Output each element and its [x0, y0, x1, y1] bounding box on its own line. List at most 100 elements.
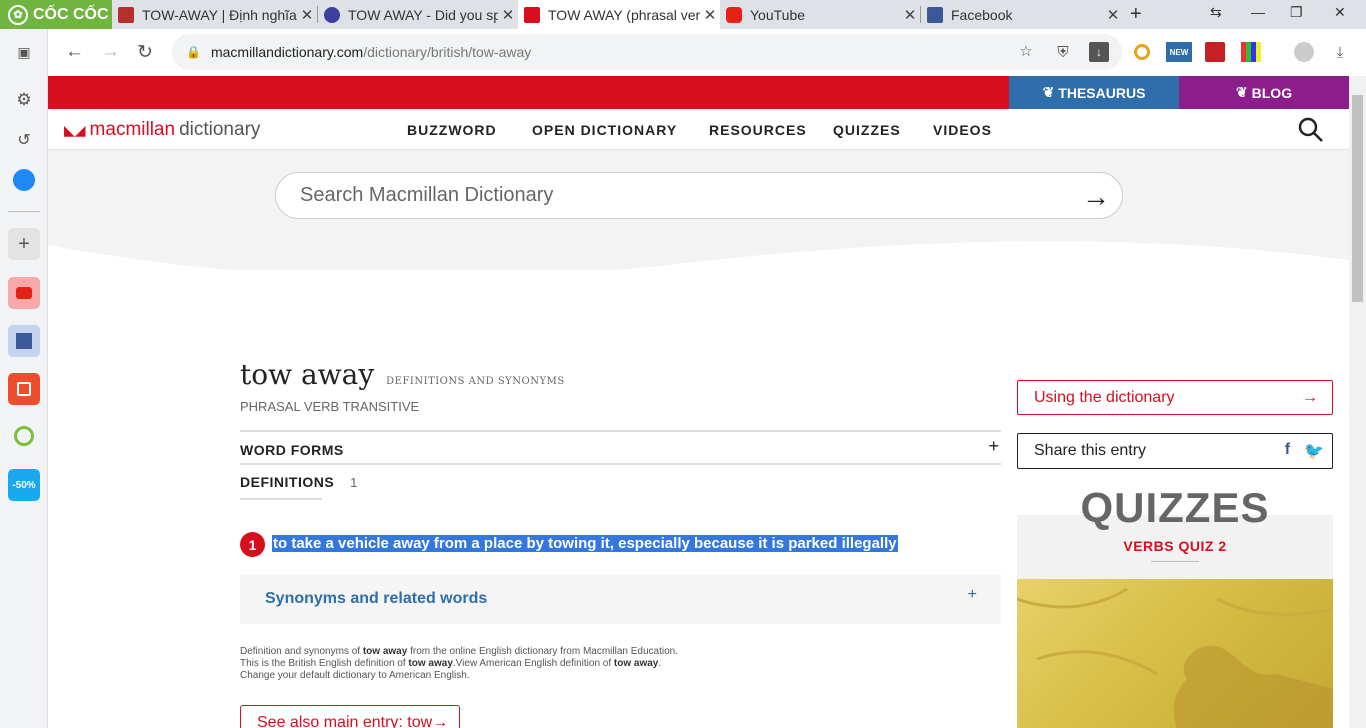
logo-suffix: dictionary — [179, 119, 261, 140]
menu-quizzes[interactable]: QUIZZES — [833, 122, 901, 138]
restore-tabs-icon[interactable]: ⇆ — [1210, 4, 1222, 21]
tiki-icon[interactable]: -50% — [8, 469, 40, 501]
see-also-button[interactable]: See also main entry: tow→ — [240, 705, 460, 728]
word-forms-toggle[interactable]: WORD FORMS + — [240, 430, 1001, 465]
settings-icon[interactable]: ⚙ — [8, 84, 40, 116]
new-tab-button[interactable]: + — [1130, 3, 1142, 26]
menu-open-dictionary[interactable]: OPEN DICTIONARY — [532, 122, 677, 138]
tab-title: TOW-AWAY | Định nghĩa — [142, 6, 297, 23]
footer-headword[interactable]: tow away — [614, 658, 658, 669]
url-path: /dictionary/british/tow-away — [363, 44, 532, 60]
bookmark-star-icon[interactable]: ☆ — [1016, 41, 1036, 61]
footer-text: . — [658, 658, 662, 669]
youtube-sidebar-icon[interactable] — [8, 277, 40, 309]
shield-icon[interactable]: ⛨ — [1053, 42, 1073, 62]
globe-icon — [324, 6, 340, 23]
facebook-sidebar-icon[interactable] — [8, 325, 40, 357]
tab-title: Facebook — [951, 6, 1013, 23]
downloads-icon[interactable]: ⤓ — [1330, 42, 1350, 62]
tab-title: YouTube — [750, 6, 806, 23]
definition-number-badge: 1 — [240, 532, 265, 557]
scrollbar-thumb[interactable] — [1352, 95, 1363, 302]
shopee-icon[interactable] — [8, 373, 40, 405]
tab-title: TOW AWAY (phrasal ver — [548, 6, 700, 23]
tab-facebook[interactable]: Facebook ✕ — [921, 0, 1123, 29]
tab-macmillan[interactable]: TOW AWAY (phrasal ver ✕ — [518, 0, 720, 29]
part-of-speech: PHRASAL VERB TRANSITIVE — [240, 399, 420, 414]
twitter-share-icon[interactable]: 🐦 — [1304, 441, 1324, 461]
expand-plus-icon[interactable]: + — [968, 586, 977, 604]
page-content: ❦ THESAURUS ❦ BLOG ◣◢ macmillan dictionary… — [48, 76, 1349, 728]
coccoc-logo-icon: ✿ — [8, 4, 28, 25]
footer-text: This is the British English definition o… — [240, 658, 409, 669]
grammar-icon[interactable] — [8, 420, 40, 452]
expand-plus-icon[interactable]: + — [988, 436, 999, 457]
quiz-link[interactable]: VERBS QUIZ 2 — [1017, 538, 1333, 554]
profile-avatar[interactable] — [1294, 42, 1314, 62]
macmillan-logo[interactable]: ◣◢ macmillan dictionary — [64, 119, 260, 141]
definition-text: to take a vehicle away from a place by t… — [272, 535, 898, 552]
definitions-header: DEFINITIONS 1 — [240, 474, 357, 490]
menu-videos[interactable]: VIDEOS — [933, 122, 992, 138]
tab-youtube[interactable]: YouTube ✕ — [720, 0, 920, 29]
share-label: Share this entry — [1034, 442, 1147, 459]
facebook-share-icon[interactable]: f — [1285, 441, 1290, 461]
address-bar[interactable]: 🔒 macmillandictionary.com/dictionary/bri… — [172, 34, 1122, 70]
search-input[interactable]: Search Macmillan Dictionary → — [275, 172, 1123, 219]
close-icon[interactable]: ✕ — [900, 6, 920, 24]
menu-resources[interactable]: RESOURCES — [709, 122, 807, 138]
new-ext-icon[interactable]: NEW — [1166, 42, 1192, 62]
add-sidebar-icon[interactable]: + — [8, 228, 40, 260]
history-icon[interactable]: ↺ — [8, 124, 40, 156]
search-icon[interactable] — [1298, 117, 1324, 143]
logo-brand: macmillan — [89, 119, 176, 140]
download-ext-icon[interactable]: ↓ — [1089, 42, 1109, 62]
close-window-button[interactable]: ✕ — [1334, 4, 1346, 21]
footer-text: from the online English dictionary from … — [407, 646, 678, 657]
search-placeholder: Search Macmillan Dictionary — [300, 184, 554, 206]
back-button[interactable]: ← — [65, 41, 84, 63]
brand-label: CỐC CỐC — [33, 5, 109, 23]
coccoc-ext-icon[interactable] — [1132, 42, 1152, 62]
macmillan-logo-icon: ◣◢ — [64, 121, 86, 138]
cambridge-icon — [118, 6, 134, 23]
synonyms-toggle[interactable]: Synonyms and related words + — [240, 574, 1001, 624]
menu-buzzword[interactable]: BUZZWORD — [407, 122, 497, 138]
minimize-button[interactable]: — — [1251, 4, 1265, 20]
macmillan-icon — [524, 6, 540, 23]
footer-headword: tow away — [408, 658, 453, 669]
quizzes-title: QUIZZES — [1080, 484, 1270, 531]
site-header: ◣◢ macmillan dictionary BUZZWORD OPEN DI… — [48, 109, 1349, 150]
word-forms-label: WORD FORMS — [240, 442, 344, 458]
reload-button[interactable]: ↻ — [137, 41, 153, 64]
arrow-right-icon: → — [1302, 388, 1318, 406]
thesaurus-link[interactable]: ❦ THESAURUS — [1009, 76, 1179, 109]
close-icon[interactable]: ✕ — [1103, 6, 1123, 24]
tab-cambridge[interactable]: TOW-AWAY | Định nghĩa ✕ — [112, 0, 317, 29]
coccoc-menu-button[interactable]: ✿ CỐC CỐC — [0, 0, 112, 29]
headword-subtitle: DEFINITIONS AND SYNONYMS — [386, 376, 565, 387]
red-ext-icon[interactable] — [1205, 42, 1225, 62]
blog-link[interactable]: ❦ BLOG — [1179, 76, 1349, 109]
blog-label: BLOG — [1251, 84, 1293, 101]
change-dictionary-link[interactable]: Change your default dictionary to Americ… — [240, 670, 678, 682]
tab-title: TOW AWAY - Did you sp — [348, 6, 498, 23]
tab-bar: ✿ CỐC CỐC TOW-AWAY | Định nghĩa ✕ TOW AW… — [0, 0, 1366, 29]
search-submit-arrow-icon[interactable]: → — [1082, 181, 1110, 213]
url-host: macmillandictionary.com — [210, 44, 364, 60]
close-icon[interactable]: ✕ — [700, 6, 720, 24]
using-dictionary-button[interactable]: Using the dictionary → — [1017, 380, 1333, 415]
color-ext-icon[interactable] — [1241, 42, 1261, 62]
american-definition-link[interactable]: .View American English definition of — [453, 658, 614, 669]
sidebar-toggle-icon[interactable]: ▣ — [8, 36, 40, 68]
messenger-icon[interactable] — [8, 164, 40, 196]
close-icon[interactable]: ✕ — [498, 6, 518, 24]
definitions-underline — [240, 498, 322, 500]
book-icon: ❦ — [1042, 84, 1055, 100]
tab-didyouspell[interactable]: TOW AWAY - Did you sp ✕ — [318, 0, 518, 29]
quiz-puzzle-image[interactable] — [1016, 579, 1334, 728]
synonyms-label: Synonyms and related words — [265, 590, 488, 607]
maximize-button[interactable]: ❐ — [1290, 4, 1303, 21]
forward-button[interactable]: → — [101, 41, 120, 63]
close-icon[interactable]: ✕ — [297, 6, 317, 24]
